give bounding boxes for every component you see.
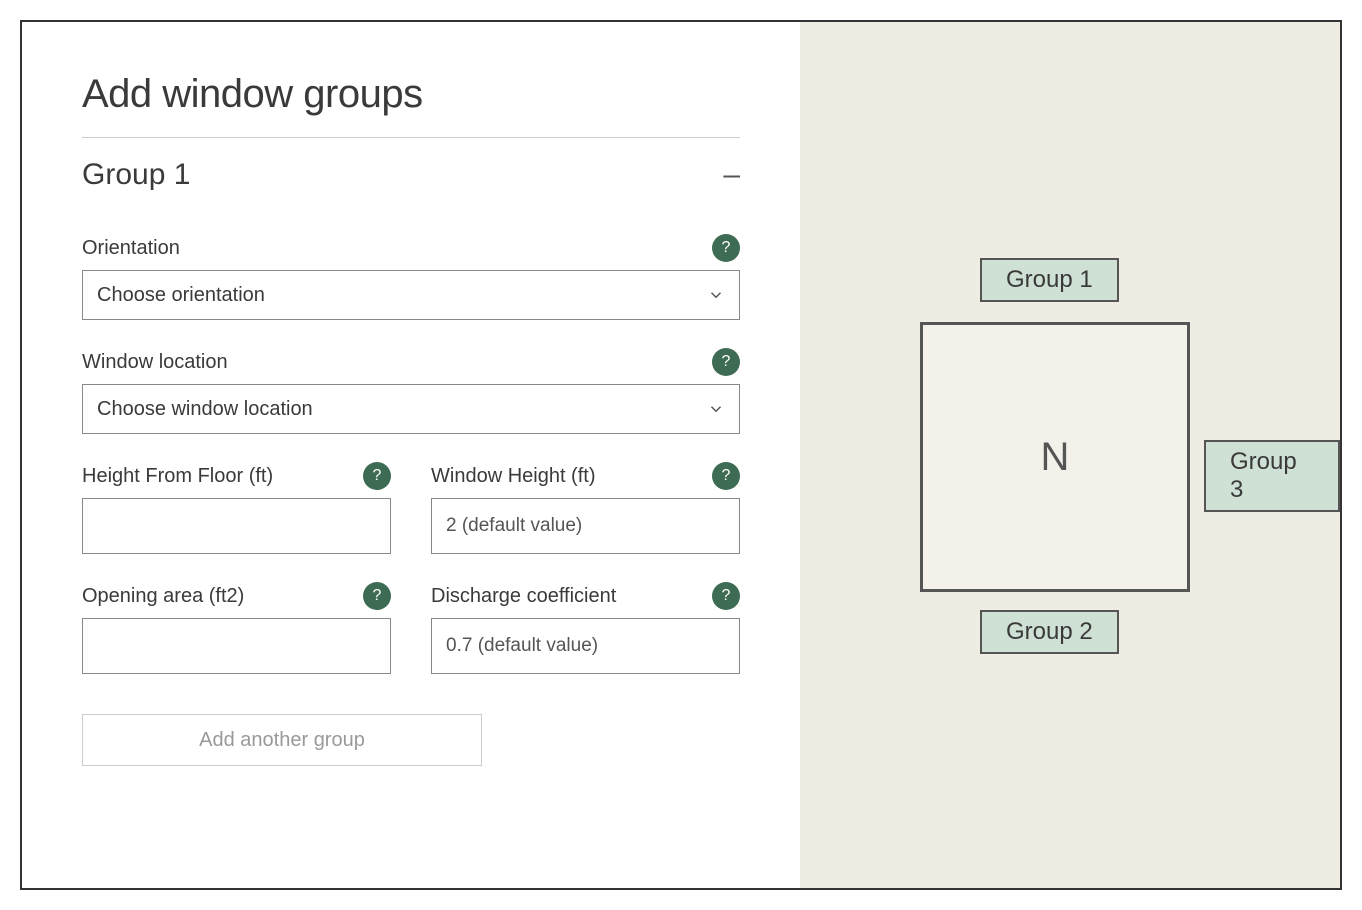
orientation-field: Orientation ? Choose orientation — [82, 234, 740, 320]
help-icon[interactable]: ? — [712, 348, 740, 376]
opening-area-label: Opening area (ft2) — [82, 585, 244, 608]
diagram-wrap: N Group 1 Group 2 Group 3 — [800, 22, 1340, 888]
window-height-label: Window Height (ft) — [431, 465, 596, 488]
help-icon[interactable]: ? — [712, 234, 740, 262]
orientation-placeholder: Choose orientation — [97, 284, 265, 307]
discharge-coefficient-input[interactable] — [431, 618, 740, 674]
help-icon[interactable]: ? — [712, 582, 740, 610]
room-box: N — [920, 322, 1190, 592]
help-icon[interactable]: ? — [363, 462, 391, 490]
field-row-heights: Height From Floor (ft) ? Window Height (… — [82, 462, 740, 554]
app-container: Add window groups Group 1 – Orientation … — [20, 20, 1342, 890]
window-location-select[interactable]: Choose window location — [82, 384, 740, 434]
room-north-label: N — [1041, 435, 1070, 480]
group-header: Group 1 – — [82, 158, 740, 192]
chevron-down-icon — [707, 400, 725, 418]
help-icon[interactable]: ? — [712, 462, 740, 490]
field-row-area: Opening area (ft2) ? Discharge coefficie… — [82, 582, 740, 674]
orientation-select[interactable]: Choose orientation — [82, 270, 740, 320]
form-panel: Add window groups Group 1 – Orientation … — [22, 22, 800, 888]
diagram-group-tag-top: Group 1 — [980, 258, 1119, 302]
height-from-floor-label: Height From Floor (ft) — [82, 465, 273, 488]
window-location-label: Window location — [82, 351, 228, 374]
discharge-coefficient-label: Discharge coefficient — [431, 585, 616, 608]
page-title: Add window groups — [82, 72, 740, 138]
diagram-group-tag-right: Group 3 — [1204, 440, 1340, 512]
chevron-down-icon — [707, 286, 725, 304]
group-title: Group 1 — [82, 158, 190, 192]
diagram-panel: N Group 1 Group 2 Group 3 — [800, 22, 1340, 888]
add-another-group-button[interactable]: Add another group — [82, 714, 482, 766]
help-icon[interactable]: ? — [363, 582, 391, 610]
window-height-input[interactable] — [431, 498, 740, 554]
orientation-label: Orientation — [82, 237, 180, 260]
height-from-floor-input[interactable] — [82, 498, 391, 554]
window-location-field: Window location ? Choose window location — [82, 348, 740, 434]
collapse-button[interactable]: – — [723, 160, 740, 190]
opening-area-input[interactable] — [82, 618, 391, 674]
window-location-placeholder: Choose window location — [97, 398, 313, 421]
diagram-group-tag-bottom: Group 2 — [980, 610, 1119, 654]
